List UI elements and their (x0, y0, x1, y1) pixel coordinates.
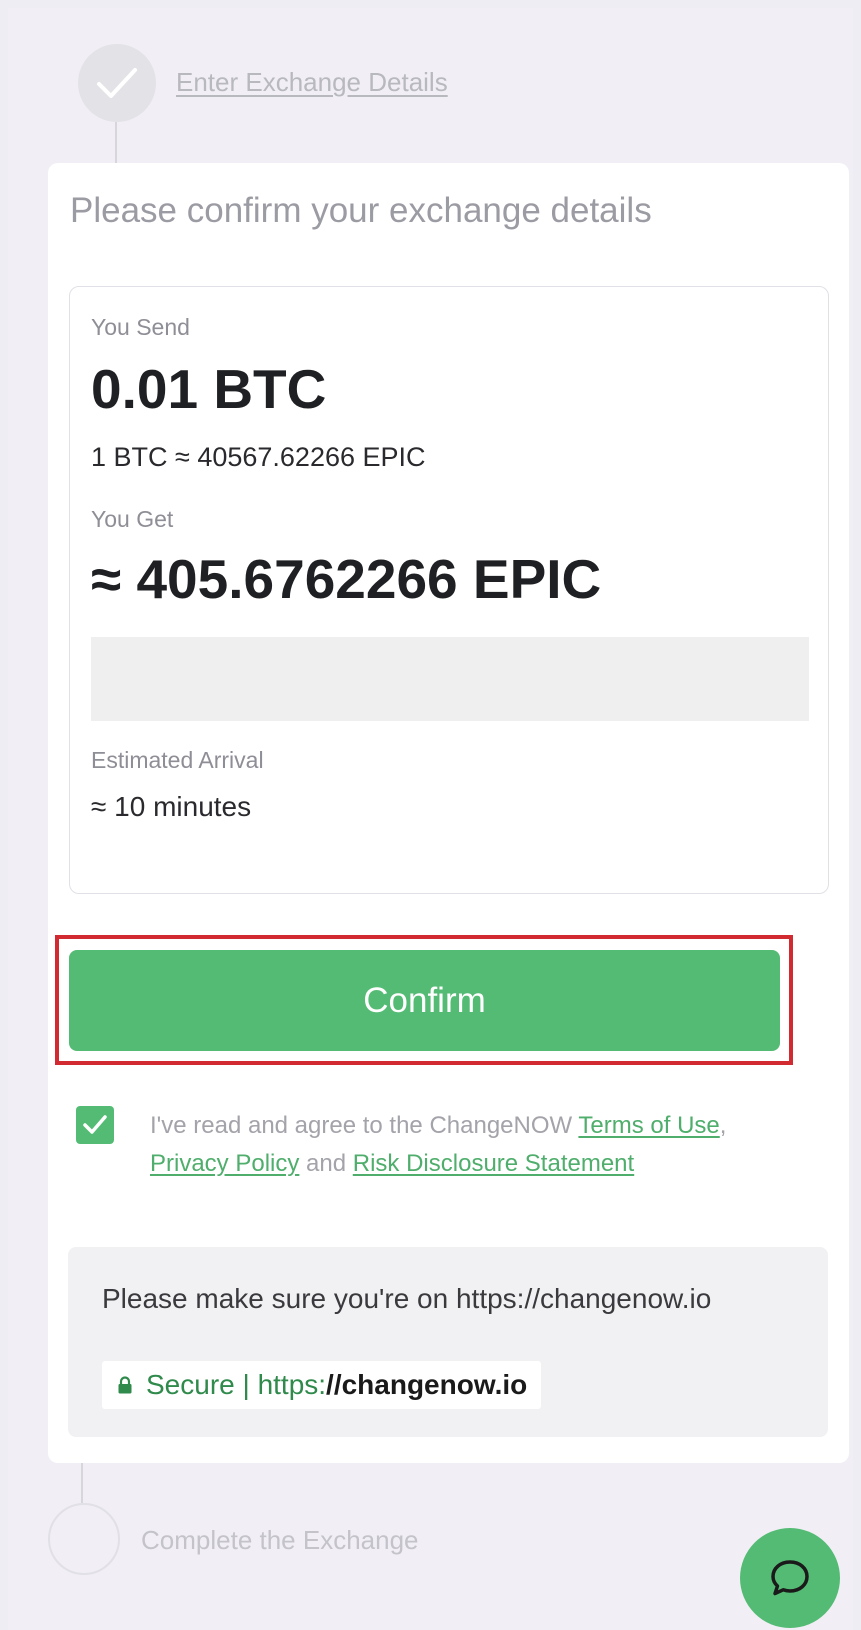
page: Enter Exchange Details Please confirm yo… (8, 8, 853, 1630)
arrival-label: Estimated Arrival (91, 747, 264, 773)
confirm-card: Please confirm your exchange details You… (48, 163, 849, 1463)
step-connector (81, 1463, 83, 1503)
checkmark-icon (83, 1115, 107, 1134)
secure-label: Secure (146, 1369, 235, 1400)
secure-separator: | (234, 1369, 258, 1400)
step-completed-indicator (78, 44, 156, 122)
chat-bubble-icon (771, 1560, 809, 1596)
arrival-value: ≈ 10 minutes (91, 791, 252, 822)
agreement-prefix: I've read and agree to the ChangeNOW (150, 1112, 579, 1139)
agreement-text: I've read and agree to the ChangeNOW Ter… (150, 1107, 800, 1183)
get-label: You Get (91, 506, 174, 532)
chat-button[interactable] (740, 1528, 840, 1628)
step-complete-label: Complete the Exchange (141, 1525, 419, 1555)
secure-address-bar: Secure | https: //changenow.io (102, 1361, 542, 1409)
agreement-comma: , (719, 1112, 727, 1139)
agreement-and: and (299, 1150, 353, 1177)
risk-disclosure-link[interactable]: Risk Disclosure Statement (353, 1150, 634, 1177)
check-icon (97, 68, 137, 98)
url-scheme: https: (257, 1369, 327, 1400)
redacted-address-block (91, 637, 809, 721)
url-domain: //changenow.io (326, 1369, 528, 1400)
agree-checkbox[interactable] (76, 1106, 114, 1144)
step-connector (115, 122, 117, 164)
step-enter-details-link[interactable]: Enter Exchange Details (176, 67, 448, 98)
get-amount: ≈ 405.6762266 EPIC (91, 548, 602, 610)
confirm-button[interactable]: Confirm (69, 950, 780, 1051)
card-title: Please confirm your exchange details (70, 191, 652, 230)
exchange-rate: 1 BTC ≈ 40567.62266 EPIC (91, 442, 426, 472)
terms-of-use-link[interactable]: Terms of Use (578, 1112, 719, 1139)
exchange-details-box: You Send 0.01 BTC 1 BTC ≈ 40567.62266 EP… (69, 286, 829, 894)
domain-notice: Please make sure you're on https://chang… (68, 1247, 828, 1437)
lock-icon (118, 1376, 132, 1394)
step-pending-indicator (48, 1503, 120, 1575)
send-label: You Send (91, 314, 190, 340)
notice-text: Please make sure you're on https://chang… (102, 1283, 712, 1314)
send-amount: 0.01 BTC (91, 358, 327, 420)
privacy-policy-link[interactable]: Privacy Policy (150, 1150, 299, 1177)
